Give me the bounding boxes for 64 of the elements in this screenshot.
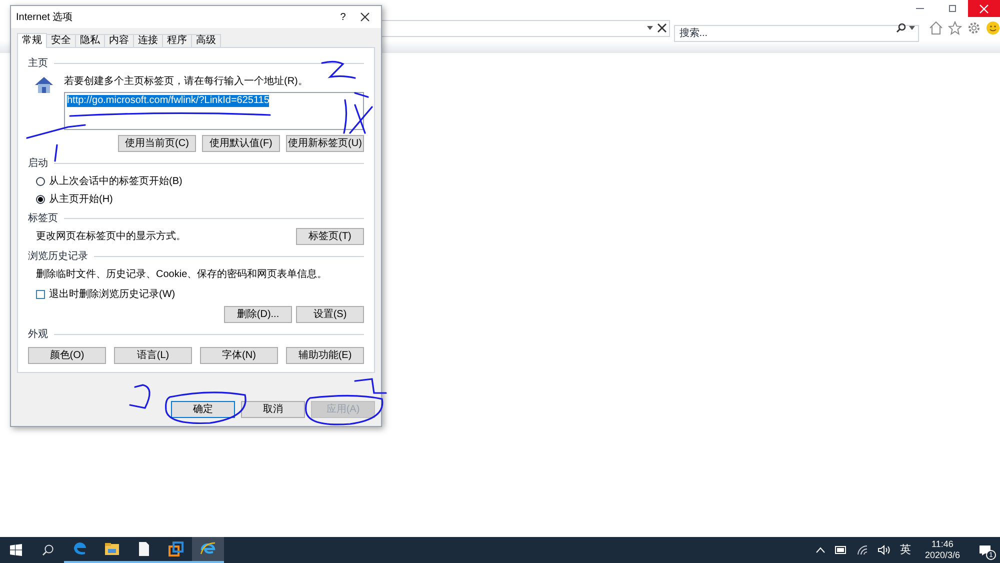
button[interactable]: 字体(N) xyxy=(200,347,278,364)
dropdown-icon[interactable] xyxy=(647,26,654,30)
smiley-icon[interactable] xyxy=(986,21,1000,35)
address-textarea[interactable]: http://go.microsoft.com/fwlink/?LinkId=625115 xyxy=(64,92,364,130)
handwritten-number xyxy=(129,384,150,409)
button[interactable]: 标签页(T) xyxy=(296,228,364,245)
dropdown-icon[interactable] xyxy=(909,26,915,30)
close-icon xyxy=(979,4,989,14)
handwritten-number xyxy=(354,378,387,394)
button[interactable]: 删除(D)... xyxy=(224,306,292,323)
browser-e-icon xyxy=(200,541,216,557)
settings-icon[interactable] xyxy=(967,21,981,35)
home-icon[interactable] xyxy=(929,21,943,35)
button[interactable]: 使用新标签页(U) xyxy=(286,135,364,152)
window-title: Internet 选项 xyxy=(16,10,74,24)
button[interactable]: 确定 xyxy=(171,401,235,418)
handwritten-character xyxy=(343,92,373,134)
button[interactable]: 颜色(O) xyxy=(28,347,106,364)
description-text: 删除临时文件、历史记录、Cookie、保存的密码和网页表单信息。 xyxy=(36,268,328,282)
tab[interactable]: 常规 xyxy=(17,33,47,48)
document-icon xyxy=(136,541,152,557)
battery-icon[interactable] xyxy=(834,546,847,554)
instruction-text: 若要创建多个主页标签页，请在每行输入一个地址(R)。 xyxy=(64,74,309,89)
help-button[interactable]: ? xyxy=(332,10,354,24)
chevron-up-icon[interactable] xyxy=(816,547,825,553)
tab[interactable]: 连接 xyxy=(133,34,163,47)
house-icon xyxy=(34,76,54,94)
description-text: 更改网页在标签页中的显示方式。 xyxy=(36,230,186,244)
tab[interactable]: 隐私 xyxy=(75,34,105,47)
section-heading: 主页 xyxy=(28,56,48,71)
input-method-indicator[interactable]: 英 xyxy=(900,542,911,558)
handwritten-stroke xyxy=(54,144,58,162)
wifi-icon[interactable] xyxy=(856,545,868,555)
search-field[interactable]: 搜索... xyxy=(674,24,919,42)
tab[interactable]: 高级 xyxy=(191,34,221,47)
speaker-icon[interactable] xyxy=(878,545,890,555)
section-heading: 外观 xyxy=(28,328,48,342)
star-icon[interactable] xyxy=(948,21,962,35)
button[interactable]: 使用当前页(C) xyxy=(118,135,196,152)
tab[interactable]: 程序 xyxy=(162,34,192,47)
tab[interactable]: 内容 xyxy=(104,34,134,47)
section-heading: 浏览历史记录 xyxy=(28,250,88,264)
tab[interactable]: 安全 xyxy=(46,34,76,47)
button[interactable]: 使用默认值(F) xyxy=(202,135,280,152)
browser-e-icon xyxy=(72,541,88,557)
button[interactable]: 取消 xyxy=(241,401,305,418)
button[interactable]: 语言(L) xyxy=(114,347,192,364)
section-heading: 启动 xyxy=(28,156,48,171)
radio-option[interactable]: 从上次会话中的标签页开始(B) xyxy=(36,174,364,189)
button[interactable]: 辅助功能(E) xyxy=(286,347,364,364)
clock-date[interactable]: 2020/3/6 xyxy=(924,550,960,561)
button[interactable]: 设置(S) xyxy=(296,306,364,323)
section-heading: 标签页 xyxy=(28,212,58,226)
search-icon[interactable] xyxy=(896,22,906,32)
checkbox-option[interactable]: 退出时删除浏览历史记录(W) xyxy=(36,287,176,302)
handwritten-number xyxy=(321,60,356,79)
search-icon xyxy=(42,544,54,556)
close-icon xyxy=(360,12,370,22)
overlapping-squares-icon xyxy=(168,541,184,557)
close-icon[interactable] xyxy=(657,23,668,33)
radio-option[interactable]: 从主页开始(H) xyxy=(36,192,364,207)
clock-time[interactable]: 11:46 xyxy=(932,539,954,550)
folder-icon xyxy=(104,541,120,557)
windows-logo-icon xyxy=(10,544,22,556)
